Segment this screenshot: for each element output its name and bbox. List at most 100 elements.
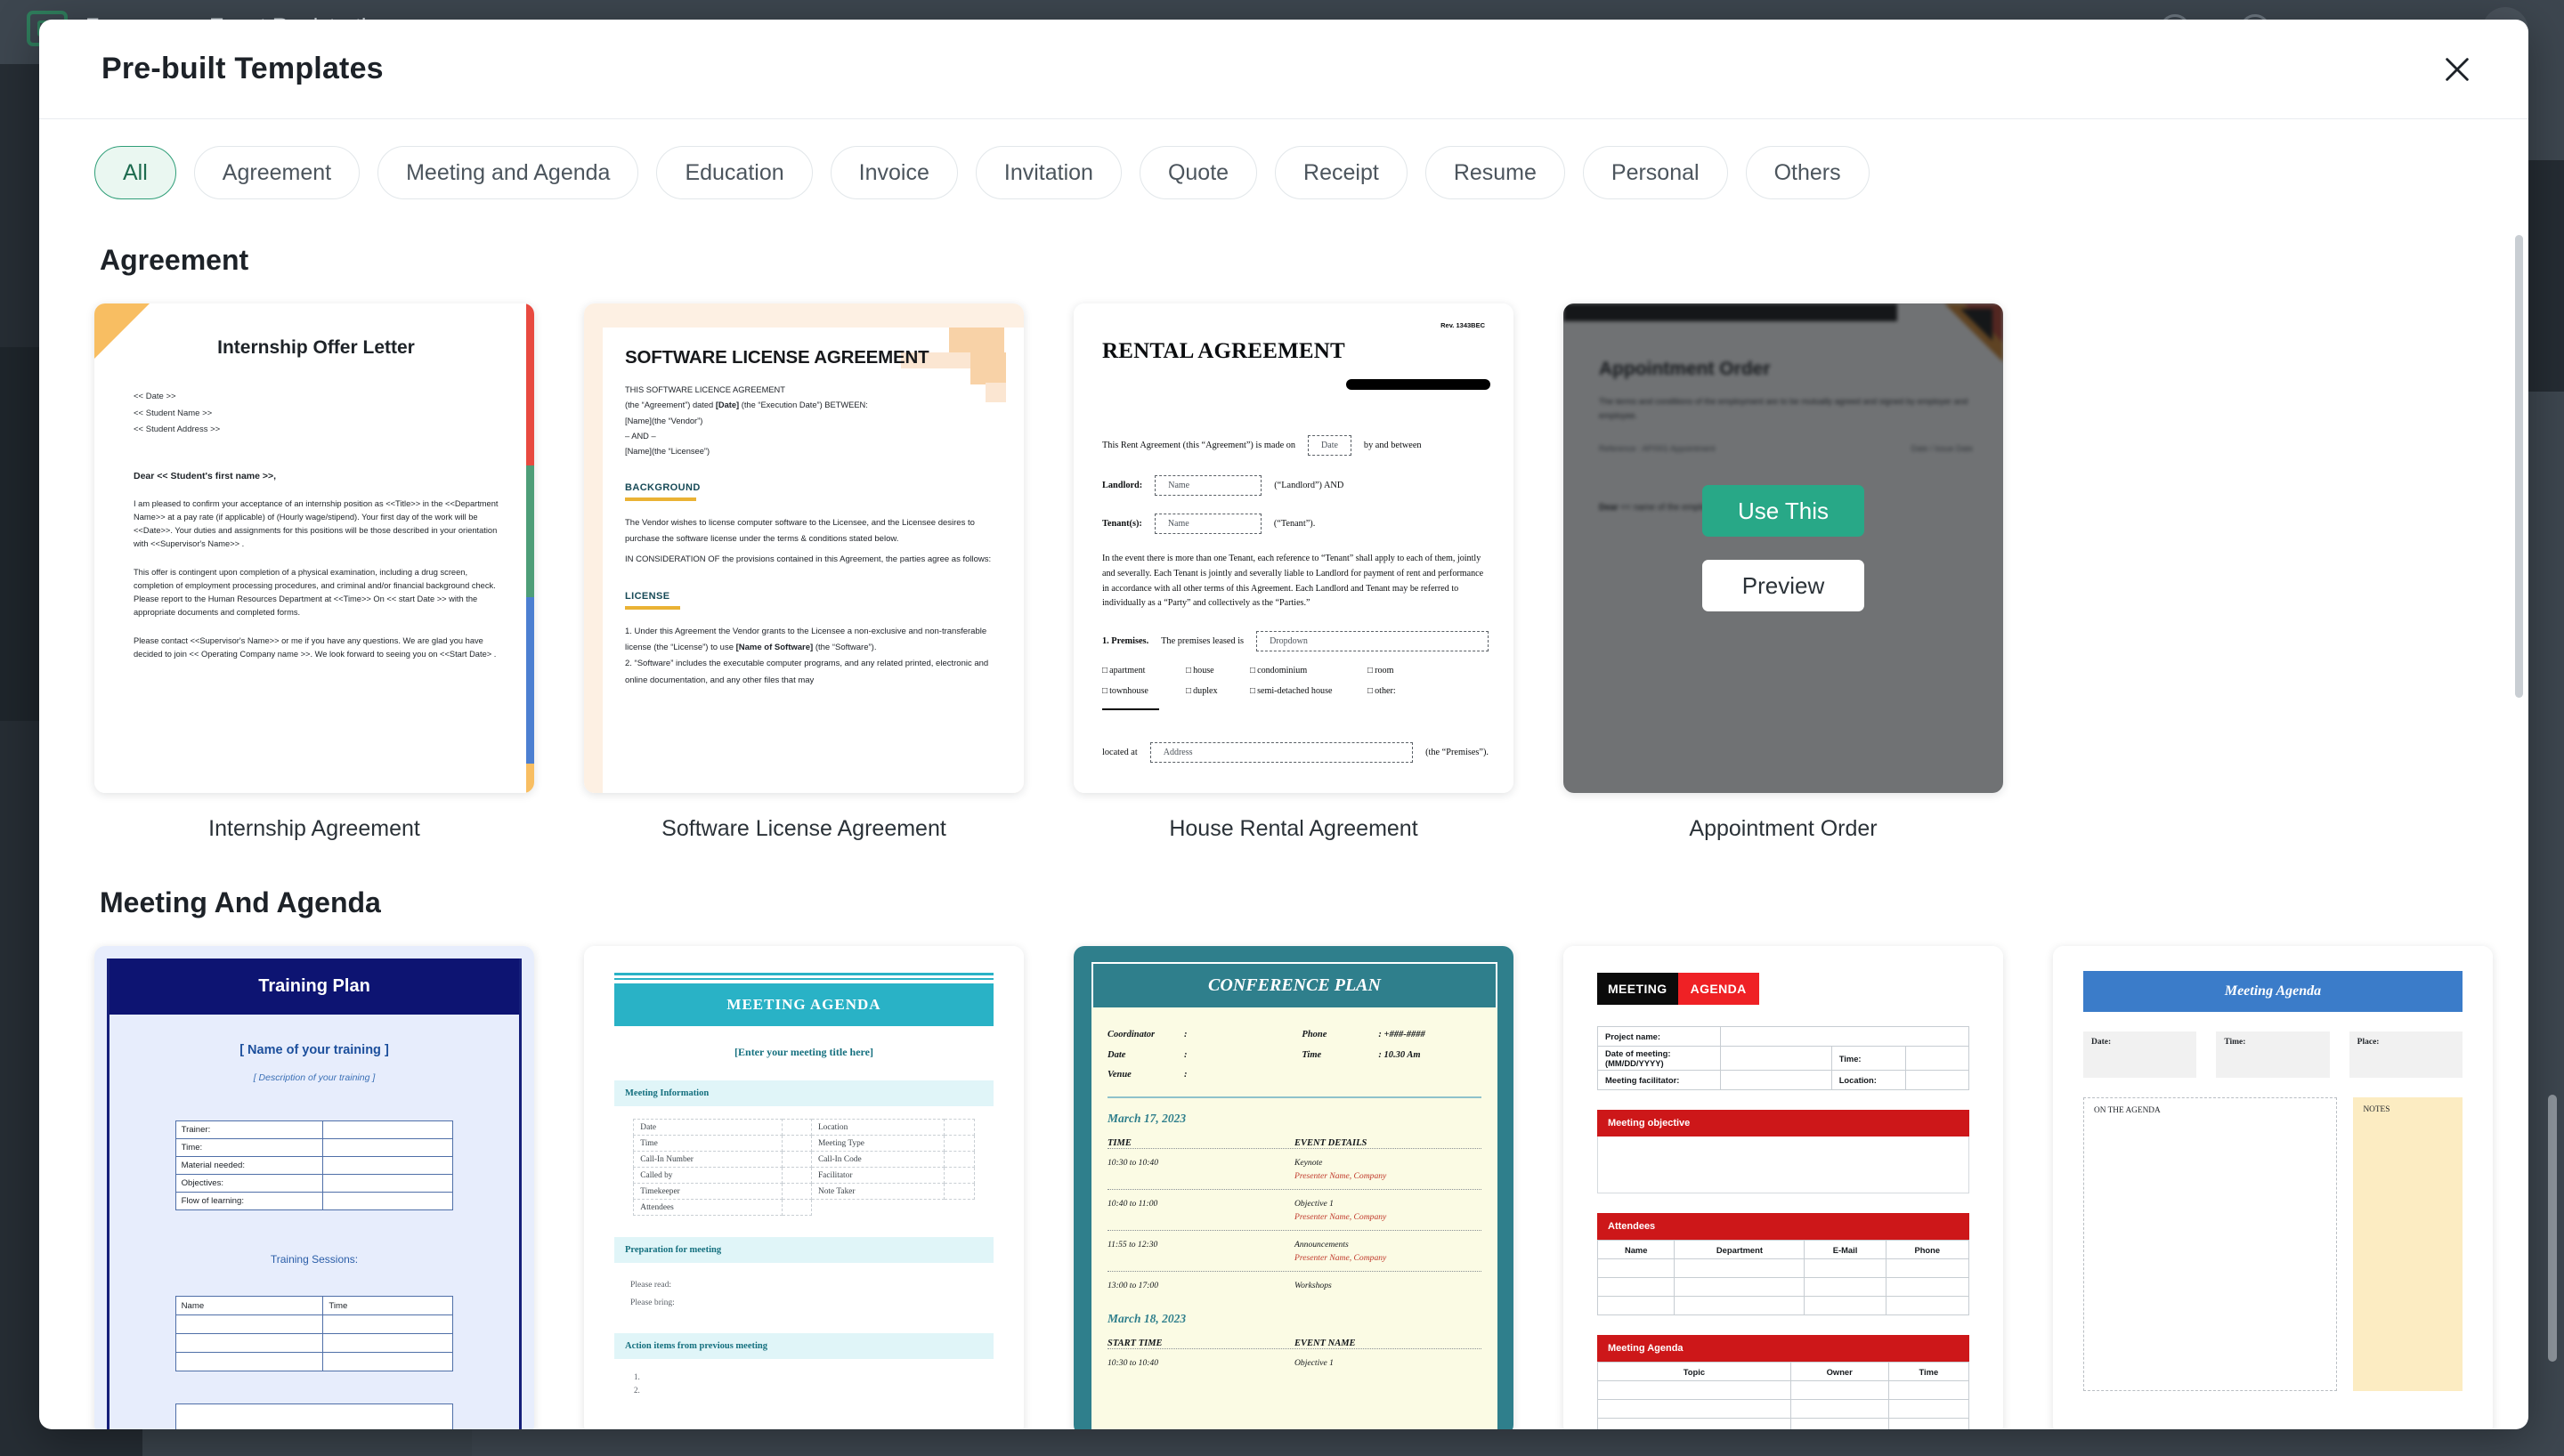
field-premises-type[interactable]: Dropdown <box>1256 631 1489 651</box>
doc-subtitle: [Enter your meeting title here] <box>734 1046 873 1058</box>
table-cell: Date <box>633 1119 783 1136</box>
table-row: 10:30 to 10:40 Objective 1 <box>1108 1347 1481 1376</box>
template-card-meeting-agenda-2[interactable]: MEETING AGENDA Project name: Date of mee… <box>1563 946 2003 1429</box>
doc-section-heading: Action items from previous meeting <box>614 1333 994 1360</box>
doc-paragraph-2: This offer is contingent upon completion… <box>134 567 496 617</box>
use-this-button[interactable]: Use This <box>1702 485 1864 537</box>
doc-title: RENTAL AGREEMENT <box>1102 339 1345 363</box>
table-cell: Objective 1 <box>1294 1357 1334 1368</box>
template-card-appointment-order[interactable]: Appointment Order The terms and conditio… <box>1563 303 2003 842</box>
template-caption: House Rental Agreement <box>1169 816 1418 841</box>
table-cell: Note Taker <box>810 1183 945 1200</box>
template-card-conference-plan[interactable]: CONFERENCE PLAN Coordinator: Date: Venue… <box>1074 946 1513 1429</box>
doc-line: (“Tenant”). <box>1273 519 1316 529</box>
table-header: E-Mail <box>1804 1240 1886 1259</box>
template-thumbnail[interactable]: MEETING AGENDA Project name: Date of mee… <box>1563 946 2003 1429</box>
dialog-body[interactable]: All Agreement Meeting and Agenda Educati… <box>39 119 2528 1429</box>
template-caption: Appointment Order <box>1689 816 1878 841</box>
template-thumbnail[interactable]: Training Plan [ Name of your training ] … <box>94 946 534 1429</box>
field-address[interactable]: Address <box>1149 742 1414 763</box>
doc-salutation: Dear << Student's first name >>, <box>134 470 277 481</box>
filter-chip-resume[interactable]: Resume <box>1424 146 1565 199</box>
filter-chip-quote[interactable]: Quote <box>1139 146 1258 199</box>
doc-list-item: 2. “Software” includes the executable co… <box>625 659 989 685</box>
template-thumbnail[interactable]: SOFTWARE LICENSE AGREEMENT THIS SOFTWARE… <box>584 303 1024 793</box>
doc-logo: MEETING AGENDA <box>1597 973 1821 1005</box>
template-card-general-training[interactable]: Training Plan [ Name of your training ] … <box>94 946 534 1429</box>
field-place[interactable]: Place: <box>2349 1031 2463 1078</box>
field-date[interactable]: Date: <box>2083 1031 2197 1078</box>
preview-button[interactable]: Preview <box>1702 560 1864 611</box>
checkbox-townhouse[interactable]: townhouse <box>1102 686 1186 696</box>
doc-table: Name Time <box>174 1296 454 1371</box>
template-card-house-rental-agreement[interactable]: Rev. 1343BEC RENTAL AGREEMENT This Rent … <box>1074 303 1513 842</box>
filter-chip-all[interactable]: All <box>94 146 176 199</box>
filter-chip-invitation[interactable]: Invitation <box>975 146 1122 199</box>
filter-chip-personal[interactable]: Personal <box>1582 146 1728 199</box>
table-cell: Flow of learning: <box>174 1192 323 1210</box>
heading-underline <box>625 605 680 610</box>
doc-line: Time: 10.30 Am <box>1302 1049 1421 1060</box>
field-date[interactable]: Date <box>1308 435 1351 456</box>
doc-blank-box <box>1597 1136 1969 1193</box>
filter-chip-invoice[interactable]: Invoice <box>830 146 958 199</box>
category-filter-bar: All Agreement Meeting and Agenda Educati… <box>39 119 2528 199</box>
doc-paragraph-1: I am pleased to confirm your acceptance … <box>134 498 499 548</box>
doc-date-heading: March 17, 2023 <box>1108 1111 1187 1125</box>
checkbox-room[interactable]: room <box>1367 666 1444 675</box>
checkbox-group: apartment house condominium room townhou… <box>1102 666 1489 696</box>
table-row: 11:55 to 12:30 Announcements Presenter Na… <box>1108 1229 1481 1271</box>
checkbox-house[interactable]: house <box>1186 666 1250 675</box>
doc-line: THIS SOFTWARE LICENCE AGREEMENT <box>625 385 785 395</box>
table-header: EVENT NAME <box>1294 1338 1356 1348</box>
filter-chip-receipt[interactable]: Receipt <box>1275 146 1408 199</box>
field-landlord-name[interactable]: Name <box>1155 475 1262 496</box>
doc-line: Coordinator: <box>1108 1030 1188 1039</box>
template-grid: Internship Offer Letter << Date >> << St… <box>94 303 2473 842</box>
template-card-meeting-agenda-1[interactable]: MEETING AGENDA [Enter your meeting title… <box>584 946 1024 1429</box>
field-time[interactable]: Time: <box>2216 1031 2330 1078</box>
table-cell: Timekeeper <box>633 1183 783 1200</box>
template-card-software-license-agreement[interactable]: SOFTWARE LICENSE AGREEMENT THIS SOFTWARE… <box>584 303 1024 842</box>
template-thumbnail[interactable]: Internship Offer Letter << Date >> << St… <box>94 303 534 793</box>
close-button[interactable] <box>2436 48 2479 91</box>
notes-column: NOTES <box>2353 1097 2463 1391</box>
field-tenant-name[interactable]: Name <box>1154 514 1262 534</box>
checkbox-duplex[interactable]: duplex <box>1186 686 1250 696</box>
doc-line: (the “Agreement”) dated [Date] (the “Exe… <box>625 400 868 410</box>
table-header: Topic <box>1597 1362 1791 1381</box>
template-caption: Internship Agreement <box>208 816 420 841</box>
template-grid: Training Plan [ Name of your training ] … <box>94 946 2493 1429</box>
table-row: 10:40 to 11:00 Objective 1 Presenter Name… <box>1108 1188 1481 1230</box>
app-scrollbar[interactable] <box>2548 1095 2557 1362</box>
template-thumbnail[interactable]: Meeting Agenda Date: Time: Place: ON THE… <box>2053 946 2493 1429</box>
template-card-internship-agreement[interactable]: Internship Offer Letter << Date >> << St… <box>94 303 534 842</box>
table-row: 13:00 to 17:00 Workshops <box>1108 1270 1481 1298</box>
dialog-scrollbar[interactable] <box>2515 235 2523 698</box>
checkbox-other[interactable]: other: <box>1367 686 1444 696</box>
filter-chip-education[interactable]: Education <box>656 146 813 199</box>
doc-revision: Rev. 1343BEC <box>1440 321 1485 329</box>
agenda-column: ON THE AGENDA <box>2083 1097 2338 1391</box>
table-cell: Meeting facilitator: <box>1597 1070 1721 1090</box>
doc-line: The premises leased is <box>1161 636 1245 646</box>
template-thumbnail[interactable]: CONFERENCE PLAN Coordinator: Date: Venue… <box>1074 946 1513 1429</box>
table-cell: Attendees <box>633 1199 783 1216</box>
doc-field-description: [ Description of your training ] <box>253 1072 376 1083</box>
color-strip <box>526 303 534 793</box>
table-row: 10:30 to 10:40 Keynote Presenter Name, Co… <box>1108 1147 1481 1189</box>
filter-chip-agreement[interactable]: Agreement <box>193 146 361 199</box>
template-card-meeting-agenda-3[interactable]: Meeting Agenda Date: Time: Place: ON THE… <box>2053 946 2493 1429</box>
doc-section-heading: Preparation for meeting <box>614 1237 994 1263</box>
doc-title: Meeting Agenda <box>2083 971 2463 1012</box>
checkbox-apartment[interactable]: apartment <box>1102 666 1186 675</box>
template-caption: Software License Agreement <box>661 816 946 841</box>
checkbox-semi-detached-house[interactable]: semi-detached house <box>1250 686 1367 696</box>
filter-chip-meeting-and-agenda[interactable]: Meeting and Agenda <box>377 146 639 199</box>
doc-list-item: 1. Under this Agreement the Vendor grant… <box>625 626 987 653</box>
checkbox-condominium[interactable]: condominium <box>1250 666 1367 675</box>
filter-chip-others[interactable]: Others <box>1745 146 1870 199</box>
template-thumbnail[interactable]: Rev. 1343BEC RENTAL AGREEMENT This Rent … <box>1074 303 1513 793</box>
template-thumbnail[interactable]: MEETING AGENDA [Enter your meeting title… <box>584 946 1024 1429</box>
template-thumbnail[interactable]: Appointment Order The terms and conditio… <box>1563 303 2003 793</box>
